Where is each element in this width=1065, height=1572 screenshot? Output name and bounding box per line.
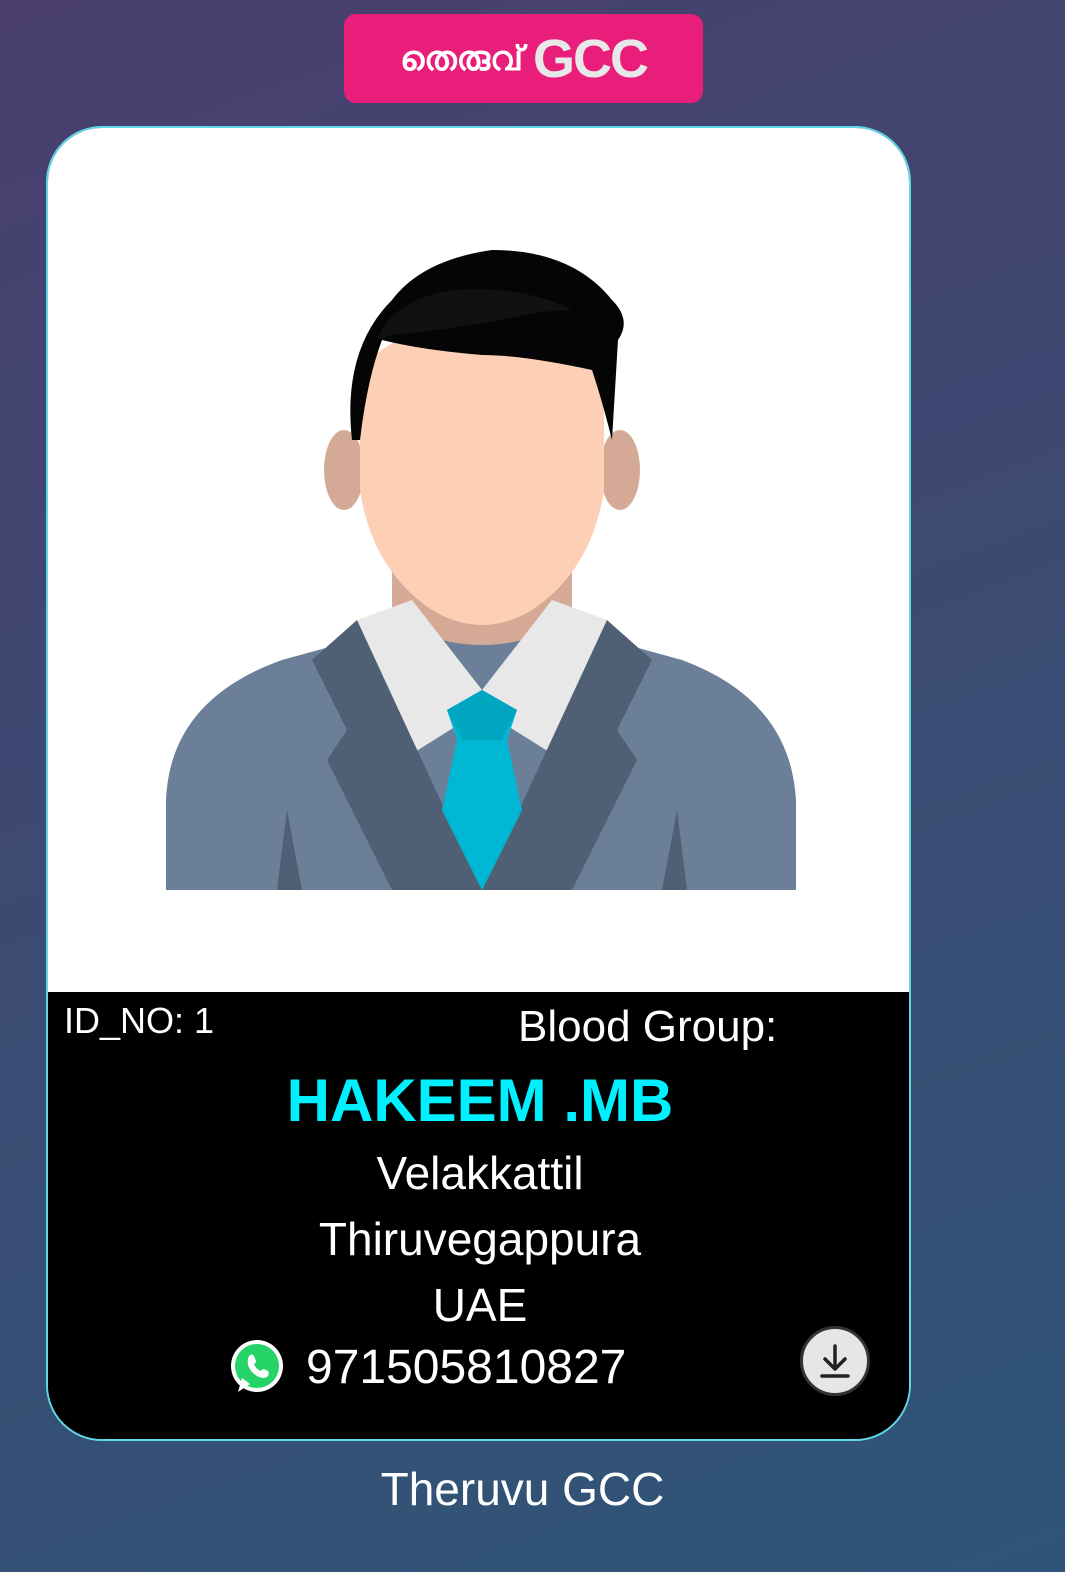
address-line-2: Thiruvegappura [318,1213,642,1265]
whatsapp-icon[interactable] [228,1338,286,1396]
info-panel: ID_NO: 1 Blood Group: HAKEEM .MB Velakka… [48,992,909,1439]
footer-text: Theruvu GCC [380,1463,665,1515]
download-button[interactable] [800,1326,870,1396]
avatar-placeholder [166,250,796,890]
brand-logo: തെരുവ് GCC [344,14,703,103]
phone-row[interactable]: 971505810827 [228,1338,626,1396]
phone-number: 971505810827 [306,1340,627,1394]
download-icon [820,1344,850,1378]
logo-malayalam-text: തെരുവ് [399,38,524,79]
member-name: HAKEEM .MB [286,1067,674,1134]
id-number: ID_NO: 1 [64,1000,215,1041]
blood-group-label: Blood Group: [518,1002,778,1051]
logo-gcc-text: GCC [533,28,649,89]
address-line-1: Velakkattil [376,1147,584,1199]
photo-area [48,128,909,992]
address-line-3: UAE [432,1279,528,1331]
id-card: ID_NO: 1 Blood Group: HAKEEM .MB Velakka… [46,126,911,1441]
